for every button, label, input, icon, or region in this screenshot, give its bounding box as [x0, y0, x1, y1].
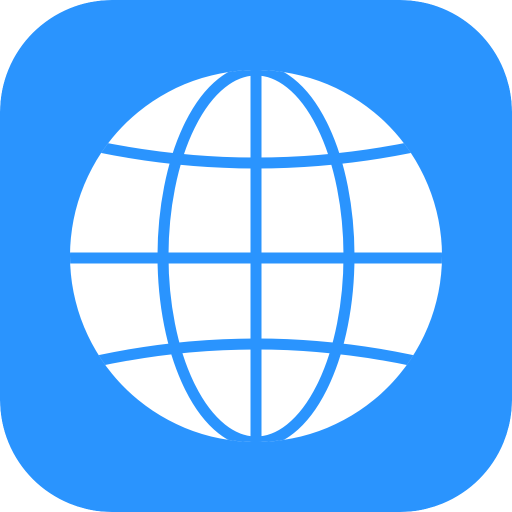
- app-icon[interactable]: [0, 0, 512, 512]
- globe-icon: [0, 0, 512, 512]
